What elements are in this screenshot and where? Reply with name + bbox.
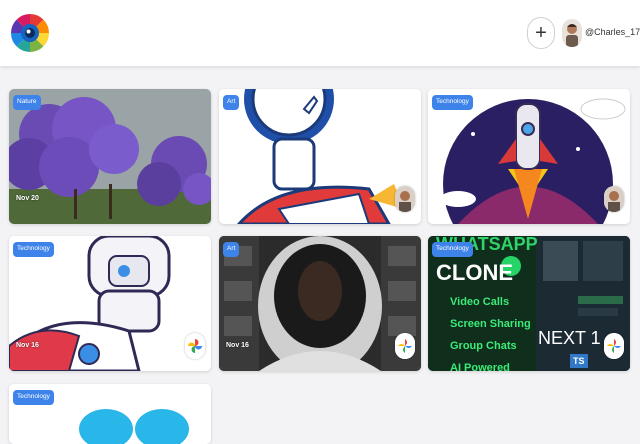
username-label[interactable]: @Charles_17 [585, 27, 640, 37]
category-tag[interactable]: Technology [432, 95, 473, 110]
post-date: Nov 16 [226, 342, 249, 349]
post-date: Nov 16 [16, 342, 39, 349]
category-tag[interactable]: Technology [432, 242, 473, 257]
user-avatar[interactable] [562, 19, 582, 47]
category-tag[interactable]: Art [223, 242, 240, 257]
pin-card[interactable]: WHATSAPP CLONE Video Calls Screen Sharin… [428, 236, 630, 371]
add-post-button[interactable]: + [527, 17, 555, 49]
google-photos-icon[interactable] [185, 333, 205, 359]
plus-icon: + [535, 22, 547, 44]
category-tag[interactable]: Art [223, 95, 240, 110]
author-avatar[interactable] [395, 186, 415, 212]
post-date: Nov 20 [16, 195, 39, 202]
nextjs-label: NEXT 1 [538, 328, 601, 348]
category-tag[interactable]: Technology [13, 390, 54, 405]
top-header: + @Charles_17 [0, 0, 640, 66]
pin-card[interactable]: Technology Nov 16 [9, 236, 211, 371]
typescript-badge: TS [570, 354, 588, 368]
feature-video-calls: Video Calls [450, 296, 510, 308]
astronaut-rocket-image [219, 89, 421, 224]
category-tag[interactable]: Technology [13, 242, 54, 257]
google-photos-icon[interactable] [395, 333, 415, 359]
thumbnail-title-line2: CLONE [436, 260, 513, 285]
pin-card[interactable]: Nature Nov 20 [9, 89, 211, 224]
pin-card[interactable]: Technology [9, 384, 211, 444]
feature-ai-powered: AI Powered [450, 362, 510, 371]
app-logo[interactable] [11, 6, 49, 60]
google-photos-icon[interactable] [604, 333, 624, 359]
feature-group-chats: Group Chats [450, 340, 517, 352]
category-tag[interactable]: Nature [13, 95, 41, 110]
pin-card[interactable]: Technology [428, 89, 630, 224]
feature-screen-sharing: Screen Sharing [450, 318, 531, 330]
pin-card[interactable]: Art [219, 89, 421, 224]
author-avatar[interactable] [604, 186, 624, 212]
pin-card[interactable]: Art Nov 16 [219, 236, 421, 371]
astronaut-portrait-image [219, 236, 421, 371]
